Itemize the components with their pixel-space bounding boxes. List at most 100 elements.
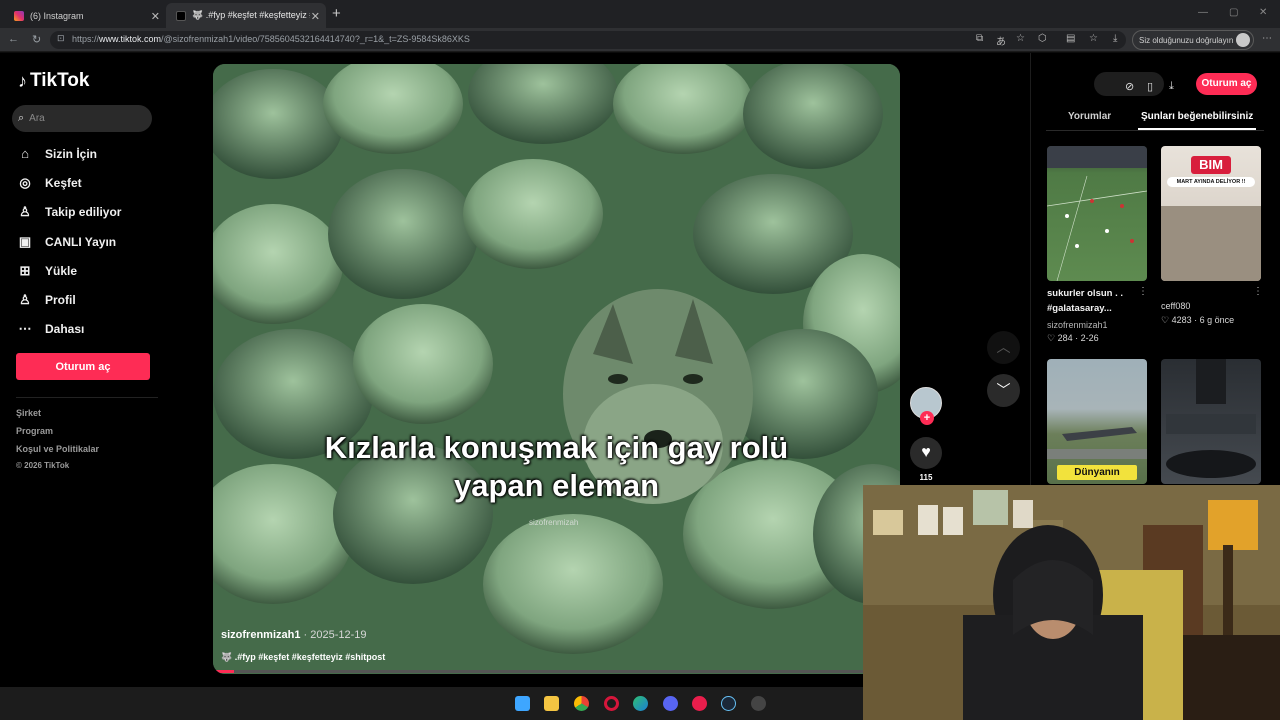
video-caption: Kızlarla konuşmak için gay rolü yapan el… <box>324 430 789 503</box>
tab-you-may-like[interactable]: Şunları beğenebilirsiniz <box>1141 111 1253 122</box>
profile-icon: ♙ <box>19 292 31 307</box>
video-description[interactable]: 🐺 .#fyp #keşfet #keşfetteyiz #shitpost <box>221 652 385 663</box>
follow-plus-icon[interactable]: + <box>920 411 934 425</box>
sidebar-item-live[interactable]: ▣ CANLI Yayın <box>16 234 116 250</box>
recommended-video-meta: ♡ 284 · 2-26 <box>1047 333 1099 343</box>
star-icon[interactable]: ☆ <box>1016 33 1025 44</box>
download-icon[interactable]: ⤓ <box>1169 80 1174 93</box>
steam-icon[interactable] <box>721 696 736 711</box>
back-icon[interactable]: ← <box>8 33 19 45</box>
tab-divider <box>1046 130 1264 131</box>
more-icon: ⋯ <box>18 321 32 336</box>
recommended-video-thumbnail[interactable]: BIM MART AYINDA DELİYOR !! <box>1161 146 1261 281</box>
tab-comments[interactable]: Yorumlar <box>1068 111 1111 122</box>
recommended-video-title[interactable]: sukurler olsun . . #galatasaray... <box>1047 286 1123 316</box>
coin-icon[interactable]: ⊘ <box>1125 80 1134 93</box>
recommended-video-author[interactable]: ceff080 <box>1161 301 1190 311</box>
tab-tiktok[interactable]: 🐺 .#fyp #keşfet #keşfetteyiz #shi ✕ <box>166 3 326 28</box>
thumbnail-caption: Dünyanın <box>1057 465 1137 480</box>
recommended-video-thumbnail[interactable] <box>1047 146 1147 281</box>
tab-instagram[interactable]: (6) Instagram ✕ <box>4 3 166 28</box>
close-icon[interactable]: ✕ <box>311 10 320 23</box>
app-icon[interactable] <box>751 696 766 711</box>
split-icon[interactable]: ▤ <box>1066 33 1075 44</box>
sidebar-item-for-you[interactable]: ⌂ Sizin İçin <box>16 146 97 161</box>
car-image <box>1166 359 1256 478</box>
sheep-shape <box>353 304 493 424</box>
webcam-overlay <box>863 485 1280 720</box>
sidebar-item-more[interactable]: ⋯ Dahası <box>16 321 85 337</box>
opera-icon[interactable] <box>604 696 619 711</box>
footer-link-company[interactable]: Şirket <box>16 408 41 418</box>
address-bar-row: ← ↻ ⊡ https://www.tiktok.com/@sizofrenmi… <box>0 28 1280 52</box>
previous-video-button[interactable]: ︿ <box>987 331 1020 364</box>
recommended-video-thumbnail[interactable] <box>1161 359 1261 484</box>
site-info-icon[interactable]: ⊡ <box>57 33 65 44</box>
verify-profile-button[interactable]: Siz olduğunuzu doğrulayın <box>1132 30 1254 50</box>
thumbnail-table-image <box>1161 206 1261 281</box>
thumbnail-logo-text: BIM <box>1191 156 1231 174</box>
maximize-icon[interactable]: ▢ <box>1229 7 1238 18</box>
compass-icon: ◎ <box>19 175 31 190</box>
windows-start-icon[interactable] <box>515 696 530 711</box>
reload-icon[interactable]: ↻ <box>32 33 41 46</box>
sidebar-item-explore[interactable]: ◎ Keşfet <box>16 175 81 191</box>
sheep-shape <box>743 64 883 169</box>
sheep-shape <box>463 159 603 269</box>
edge-icon[interactable] <box>633 696 648 711</box>
sidebar-item-upload[interactable]: ⊞ Yükle <box>16 263 77 279</box>
discord-icon[interactable] <box>663 696 678 711</box>
file-explorer-icon[interactable] <box>544 696 559 711</box>
close-icon[interactable]: ✕ <box>151 10 160 23</box>
more-options-icon[interactable]: ⋮ <box>1253 286 1263 297</box>
search-input[interactable]: ⌕ Ara <box>12 105 152 132</box>
instagram-icon <box>14 10 24 21</box>
chrome-icon[interactable] <box>574 696 589 711</box>
menu-icon[interactable]: ⋯ <box>1262 33 1272 44</box>
following-icon: ♙ <box>19 204 31 219</box>
login-button[interactable]: Oturum aç <box>16 353 150 380</box>
download-icon[interactable]: ⤓ <box>1113 33 1117 44</box>
url-text: https://www.tiktok.com/@sizofrenmizah1/v… <box>72 34 470 44</box>
tiktok-icon <box>176 10 186 21</box>
extensions-icon[interactable]: ⬡ <box>1038 33 1047 44</box>
media-player-icon[interactable] <box>692 696 707 711</box>
new-tab-icon[interactable]: + <box>332 5 341 22</box>
video-author[interactable]: sizofrenmizah1 · 2025-12-19 <box>221 629 367 641</box>
sheep-shape <box>483 514 663 654</box>
football-field-image <box>1047 146 1147 281</box>
video-progress-fill <box>213 670 234 673</box>
more-options-icon[interactable]: ⋮ <box>1138 286 1148 297</box>
next-video-button[interactable]: ﹀ <box>987 374 1020 407</box>
like-count: 115 <box>919 473 933 482</box>
divider <box>16 397 158 398</box>
tiktok-logo[interactable]: ♪ TikTok <box>18 70 89 92</box>
tab-active-indicator <box>1138 128 1256 130</box>
video-player[interactable]: Kızlarla konuşmak için gay rolü yapan el… <box>213 64 900 674</box>
minimize-icon[interactable]: — <box>1198 7 1208 18</box>
sheep-shape <box>328 169 478 299</box>
url-field[interactable]: ⊡ https://www.tiktok.com/@sizofrenmizah1… <box>50 31 1126 49</box>
footer-link-program[interactable]: Program <box>16 426 53 436</box>
sidebar-item-following[interactable]: ♙ Takip ediliyor <box>16 204 121 220</box>
webcam-feed-image <box>863 485 1280 720</box>
heart-icon[interactable]: ♥ <box>910 437 942 469</box>
login-button-top[interactable]: Oturum aç <box>1196 73 1257 95</box>
browser-tab-bar: (6) Instagram ✕ 🐺 .#fyp #keşfet #keşfett… <box>0 0 1280 28</box>
video-frame-sheep <box>213 64 900 674</box>
favorites-icon[interactable]: ☆ <box>1089 33 1098 44</box>
search-icon: ⌕ <box>18 112 25 124</box>
sidebar-item-profile[interactable]: ♙ Profil <box>16 292 76 308</box>
recommended-video-author[interactable]: sizofrenmizah1 <box>1047 320 1108 330</box>
footer-link-terms[interactable]: Koşul ve Politikalar <box>16 444 99 454</box>
screen-icon[interactable]: ⧉ <box>976 33 983 44</box>
translate-icon[interactable]: あ <box>996 33 1006 48</box>
thumbnail-banner: MART AYINDA DELİYOR !! <box>1167 177 1255 187</box>
window-close-icon[interactable]: ✕ <box>1259 7 1267 18</box>
video-watermark: sizofrenmizah <box>529 518 579 527</box>
phone-icon[interactable]: ▯ <box>1147 80 1153 93</box>
video-progress-bar[interactable] <box>213 670 900 673</box>
upload-icon: ⊞ <box>19 263 31 278</box>
tab-label: (6) Instagram <box>30 10 84 21</box>
recommended-video-thumbnail[interactable]: Dünyanın <box>1047 359 1147 484</box>
